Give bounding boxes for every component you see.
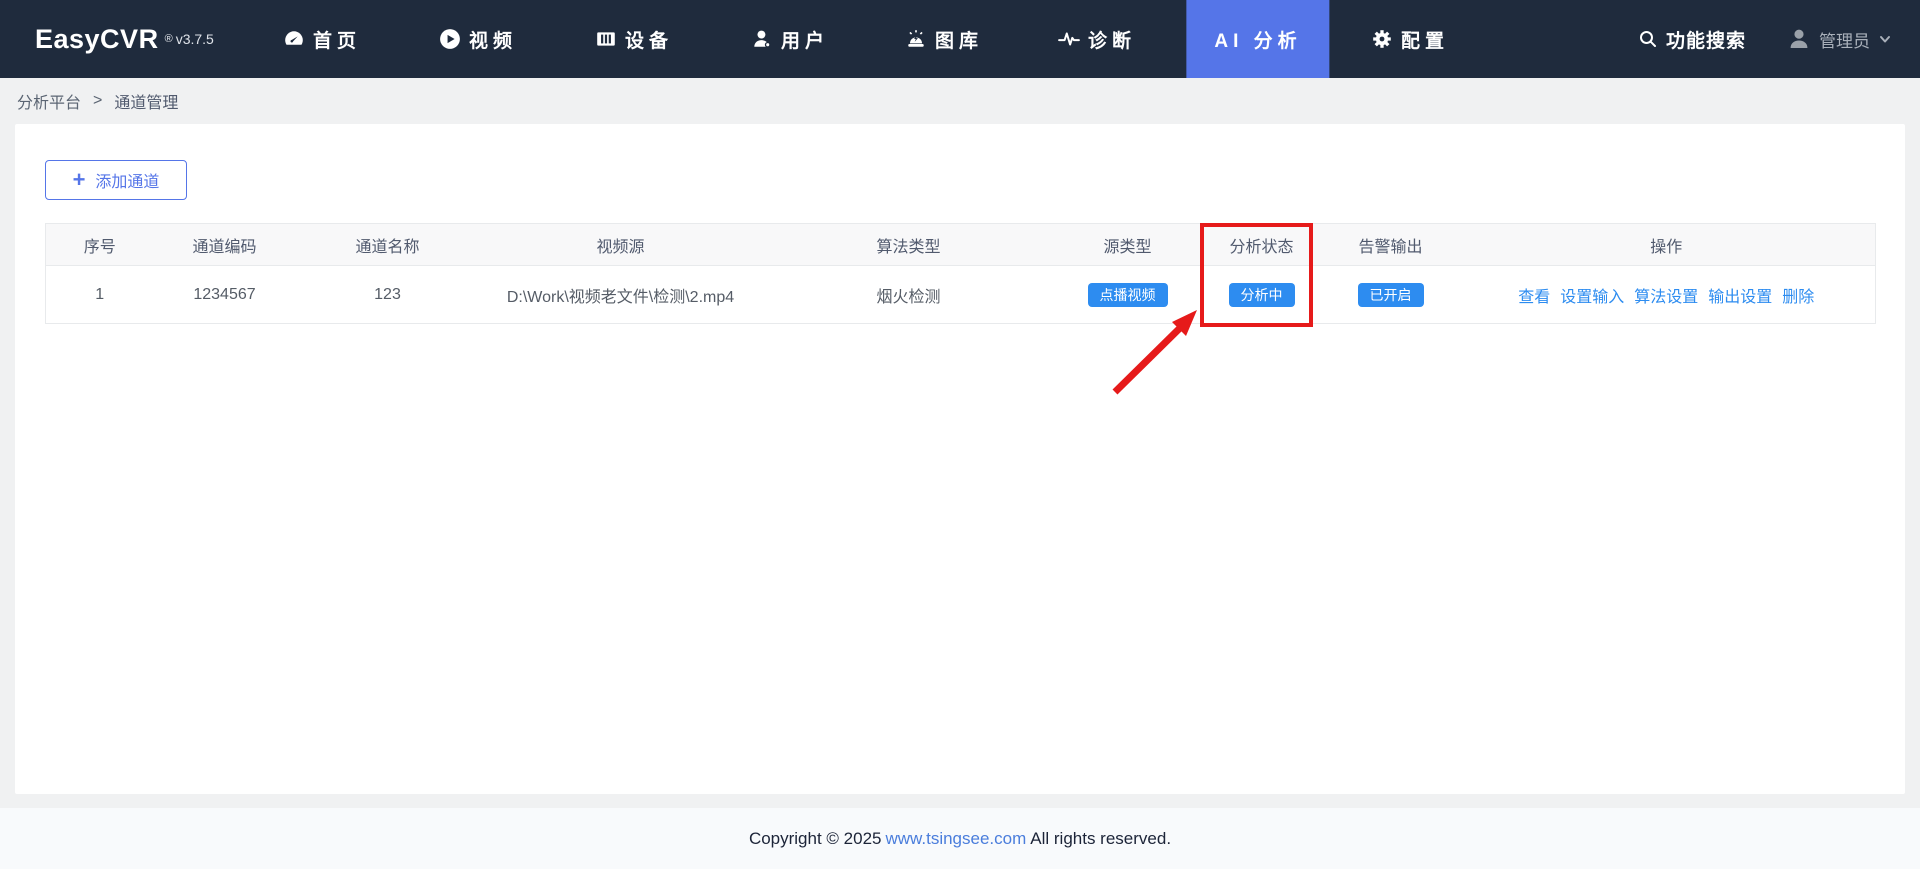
page: EasyCVR ® v3.7.5 首页 视频 设备 用户 xyxy=(0,0,1920,869)
nav-item-label: AI 分析 xyxy=(1214,26,1301,53)
nav-item-gallery[interactable]: 图库 xyxy=(905,0,983,78)
footer-copyright-suffix: All rights reserved. xyxy=(1030,829,1171,849)
cell-alarm-output: 已开启 xyxy=(1324,266,1458,324)
header-video-source: 视频源 xyxy=(480,224,762,266)
user-icon xyxy=(751,28,773,50)
channel-table: 序号 通道编码 通道名称 视频源 算法类型 源类型 分析状态 告警输出 操作 1… xyxy=(45,223,1876,324)
cell-operations: 查看设置输入算法设置输出设置删除 xyxy=(1458,266,1876,324)
nav-item-label: 图库 xyxy=(935,26,983,53)
breadcrumb-separator: > xyxy=(93,92,102,110)
app-logo-text: EasyCVR xyxy=(35,24,159,55)
header-source-type: 源类型 xyxy=(1056,224,1200,266)
analysis-status-badge: 分析中 xyxy=(1229,283,1295,307)
search-icon xyxy=(1638,29,1658,49)
user-name: 管理员 xyxy=(1819,27,1870,52)
header-operations: 操作 xyxy=(1458,224,1876,266)
nav-item-device[interactable]: 设备 xyxy=(595,0,673,78)
view-link[interactable]: 查看 xyxy=(1518,289,1550,306)
device-icon xyxy=(595,28,617,50)
nav-item-ai-analysis[interactable]: AI 分析 xyxy=(1186,0,1329,78)
content-card: + 添加通道 序号 通道编码 通道名称 视频源 算法类型 源类型 分析状态 告警… xyxy=(15,124,1905,794)
alarm-output-badge: 已开启 xyxy=(1358,283,1424,307)
cell-channel-name: 123 xyxy=(296,266,480,324)
nav-item-label: 用户 xyxy=(781,26,829,53)
header-channel-code: 通道编码 xyxy=(154,224,296,266)
dashboard-icon xyxy=(283,28,305,50)
pulse-icon xyxy=(1058,28,1080,50)
chevron-down-icon xyxy=(1878,32,1892,46)
function-search-label: 功能搜索 xyxy=(1666,26,1746,53)
source-type-badge: 点播视频 xyxy=(1088,283,1168,307)
table-header-row: 序号 通道编码 通道名称 视频源 算法类型 源类型 分析状态 告警输出 操作 xyxy=(46,224,1876,266)
function-search[interactable]: 功能搜索 xyxy=(1638,0,1746,78)
footer-site-link[interactable]: www.tsingsee.com xyxy=(885,829,1026,849)
footer-copyright-prefix: Copyright © 2025 xyxy=(749,829,882,849)
alarm-lamp-icon xyxy=(905,28,927,50)
video-icon xyxy=(439,28,461,50)
header-index: 序号 xyxy=(46,224,154,266)
cell-algorithm-type: 烟火检测 xyxy=(762,266,1056,324)
cell-source-type: 点播视频 xyxy=(1056,266,1200,324)
header-algorithm-type: 算法类型 xyxy=(762,224,1056,266)
table-row: 1 1234567 123 D:\Work\视频老文件\检测\2.mp4 烟火检… xyxy=(46,266,1876,324)
nav-item-user[interactable]: 用户 xyxy=(751,0,829,78)
nav-item-label: 视频 xyxy=(469,26,517,53)
nav-item-label: 设备 xyxy=(625,26,673,53)
footer: Copyright © 2025 www.tsingsee.com All ri… xyxy=(0,808,1920,869)
nav-item-video[interactable]: 视频 xyxy=(439,0,517,78)
nav-item-home[interactable]: 首页 xyxy=(283,0,361,78)
app-version: v3.7.5 xyxy=(176,31,214,47)
top-navbar: EasyCVR ® v3.7.5 首页 视频 设备 用户 xyxy=(0,0,1920,78)
breadcrumb: 分析平台 > 通道管理 xyxy=(17,78,178,124)
cell-analysis-status: 分析中 xyxy=(1200,266,1324,324)
plus-icon: + xyxy=(73,170,86,190)
cell-channel-code: 1234567 xyxy=(154,266,296,324)
nav-item-label: 配置 xyxy=(1401,26,1449,53)
add-channel-label: 添加通道 xyxy=(95,168,159,192)
breadcrumb-analysis-platform[interactable]: 分析平台 xyxy=(17,89,81,113)
person-icon xyxy=(1787,27,1811,51)
nav-item-config[interactable]: 配置 xyxy=(1371,0,1449,78)
header-alarm-output: 告警输出 xyxy=(1324,224,1458,266)
gear-icon xyxy=(1371,28,1393,50)
nav-item-diagnosis[interactable]: 诊断 xyxy=(1058,0,1136,78)
set-input-link[interactable]: 设置输入 xyxy=(1560,289,1624,306)
breadcrumb-channel-management: 通道管理 xyxy=(114,89,178,113)
cell-index: 1 xyxy=(46,266,154,324)
algorithm-settings-link[interactable]: 算法设置 xyxy=(1634,289,1698,306)
add-channel-button[interactable]: + 添加通道 xyxy=(45,160,187,200)
cell-video-source: D:\Work\视频老文件\检测\2.mp4 xyxy=(480,266,762,324)
header-analysis-status: 分析状态 xyxy=(1200,224,1324,266)
app-logo[interactable]: EasyCVR ® v3.7.5 xyxy=(35,0,214,78)
nav-item-label: 诊断 xyxy=(1088,26,1136,53)
delete-link[interactable]: 删除 xyxy=(1782,289,1814,306)
registered-mark: ® xyxy=(165,33,173,45)
header-channel-name: 通道名称 xyxy=(296,224,480,266)
nav-item-label: 首页 xyxy=(313,26,361,53)
user-menu[interactable]: 管理员 xyxy=(1787,0,1892,78)
output-settings-link[interactable]: 输出设置 xyxy=(1708,289,1772,306)
